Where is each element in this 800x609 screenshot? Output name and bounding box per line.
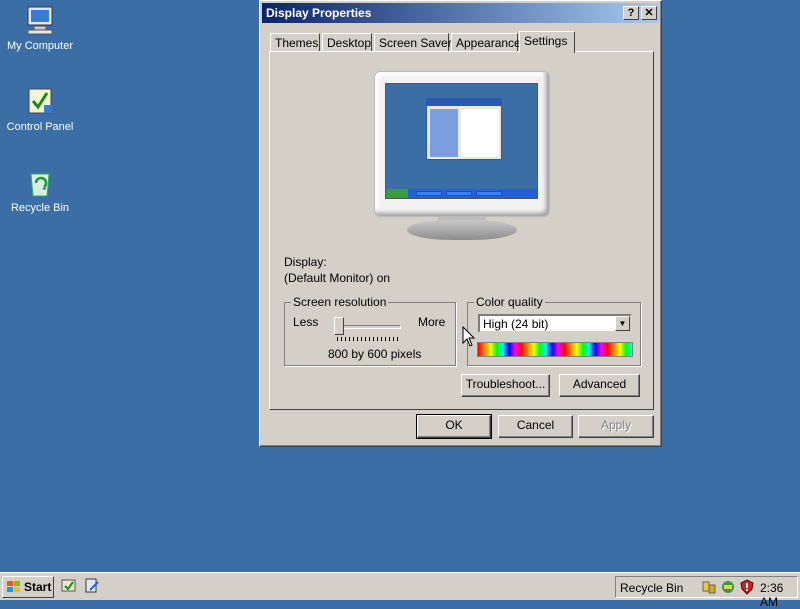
color-quality-select[interactable]: High (24 bit) ▼ xyxy=(478,314,632,333)
desktop-icon-label: My Computer xyxy=(6,40,74,52)
color-spectrum-bar xyxy=(477,342,633,357)
more-label: More xyxy=(418,315,446,329)
preview-taskbar xyxy=(386,189,537,198)
start-button[interactable]: Start xyxy=(2,576,54,598)
desktop-icon-control-panel[interactable]: Control Panel xyxy=(0,85,80,134)
tab-appearance[interactable]: Appearance xyxy=(451,33,521,52)
internet-explorer-icon[interactable] xyxy=(84,578,100,597)
troubleshoot-button[interactable]: Troubleshoot... xyxy=(461,374,550,397)
windows-logo-icon xyxy=(7,581,21,593)
resolution-value: 800 by 600 pixels xyxy=(328,347,422,361)
system-tray: Recycle Bin 2:36 AM xyxy=(615,576,798,609)
screen-resolution-legend: Screen resolution xyxy=(291,295,389,309)
monitor-stand xyxy=(407,220,517,240)
title-bar[interactable]: Display Properties ? ✕ xyxy=(262,3,659,23)
mouse-cursor-icon xyxy=(462,325,476,351)
display-properties-window: Display Properties ? ✕ Themes Desktop Sc… xyxy=(259,0,662,447)
desktop-icon-my-computer[interactable]: My Computer xyxy=(0,4,80,53)
control-panel-icon xyxy=(24,85,56,117)
screen-resolution-group: Screen resolution Less More 800 by 600 p… xyxy=(284,295,456,366)
tray-label: Recycle Bin xyxy=(620,581,684,595)
desktop-icon-recycle-bin[interactable]: Recycle Bin xyxy=(0,166,80,215)
my-computer-icon xyxy=(24,4,56,36)
less-label: Less xyxy=(293,315,319,329)
tab-themes[interactable]: Themes xyxy=(270,33,320,52)
monitor-screen-preview xyxy=(385,83,538,199)
desktop-icon-label: Recycle Bin xyxy=(10,202,70,214)
network-icon[interactable] xyxy=(701,579,717,598)
monitor-preview xyxy=(374,71,550,217)
desktop-icon-label: Control Panel xyxy=(6,121,74,133)
resolution-slider-thumb[interactable] xyxy=(334,317,344,335)
cancel-button[interactable]: Cancel xyxy=(498,415,573,438)
display-value: (Default Monitor) on xyxy=(284,271,391,285)
clock[interactable]: 2:36 AM xyxy=(760,581,797,609)
preview-window xyxy=(426,98,502,160)
color-quality-value: High (24 bit) xyxy=(483,317,549,331)
recycle-bin-icon xyxy=(24,166,56,198)
tab-desktop[interactable]: Desktop xyxy=(322,33,372,52)
ok-button[interactable]: OK xyxy=(416,414,492,439)
tab-screen-saver[interactable]: Screen Saver xyxy=(374,33,452,52)
show-desktop-icon[interactable] xyxy=(61,578,77,597)
slider-ticks xyxy=(337,337,401,341)
security-center-icon[interactable] xyxy=(720,579,736,598)
tab-settings[interactable]: Settings xyxy=(519,31,575,53)
apply-button[interactable]: Apply xyxy=(578,415,654,438)
resolution-slider-track[interactable] xyxy=(337,325,401,329)
color-quality-group: Color quality High (24 bit) ▼ xyxy=(467,295,641,366)
display-label: Display: xyxy=(284,255,327,269)
close-button[interactable]: ✕ xyxy=(641,6,657,20)
color-quality-legend: Color quality xyxy=(474,295,545,309)
start-label: Start xyxy=(24,580,52,594)
close-icon: ✕ xyxy=(644,7,654,19)
taskbar: Start Recycle Bin 2:36 AM xyxy=(0,572,800,609)
chevron-down-icon[interactable]: ▼ xyxy=(615,316,630,331)
help-button[interactable]: ? xyxy=(623,6,639,20)
settings-panel: Display: (Default Monitor) on Screen res… xyxy=(269,51,654,410)
advanced-button[interactable]: Advanced xyxy=(559,374,640,397)
window-title: Display Properties xyxy=(266,6,372,20)
shield-alert-icon[interactable] xyxy=(739,579,755,598)
